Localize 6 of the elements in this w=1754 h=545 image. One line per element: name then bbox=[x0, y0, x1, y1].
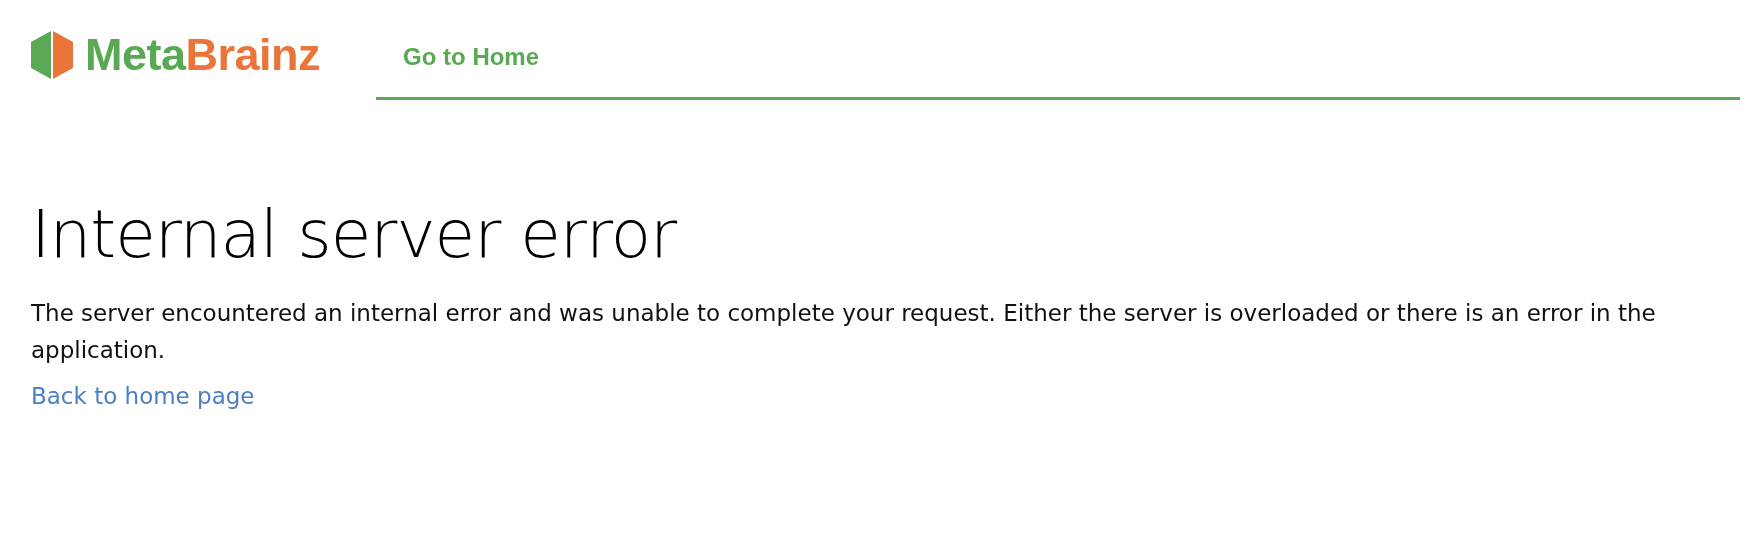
page-heading: Internal server error bbox=[31, 195, 677, 275]
logo-text: MetaBrainz bbox=[85, 31, 321, 79]
logo-icon bbox=[31, 31, 73, 79]
error-message: The server encountered an internal error and was unable to complete your request. Either the server is overloaded or there is an error in the application. bbox=[31, 299, 1657, 365]
home-link[interactable]: Go to Home bbox=[403, 43, 540, 71]
back-link[interactable]: Back to home page bbox=[31, 383, 255, 409]
